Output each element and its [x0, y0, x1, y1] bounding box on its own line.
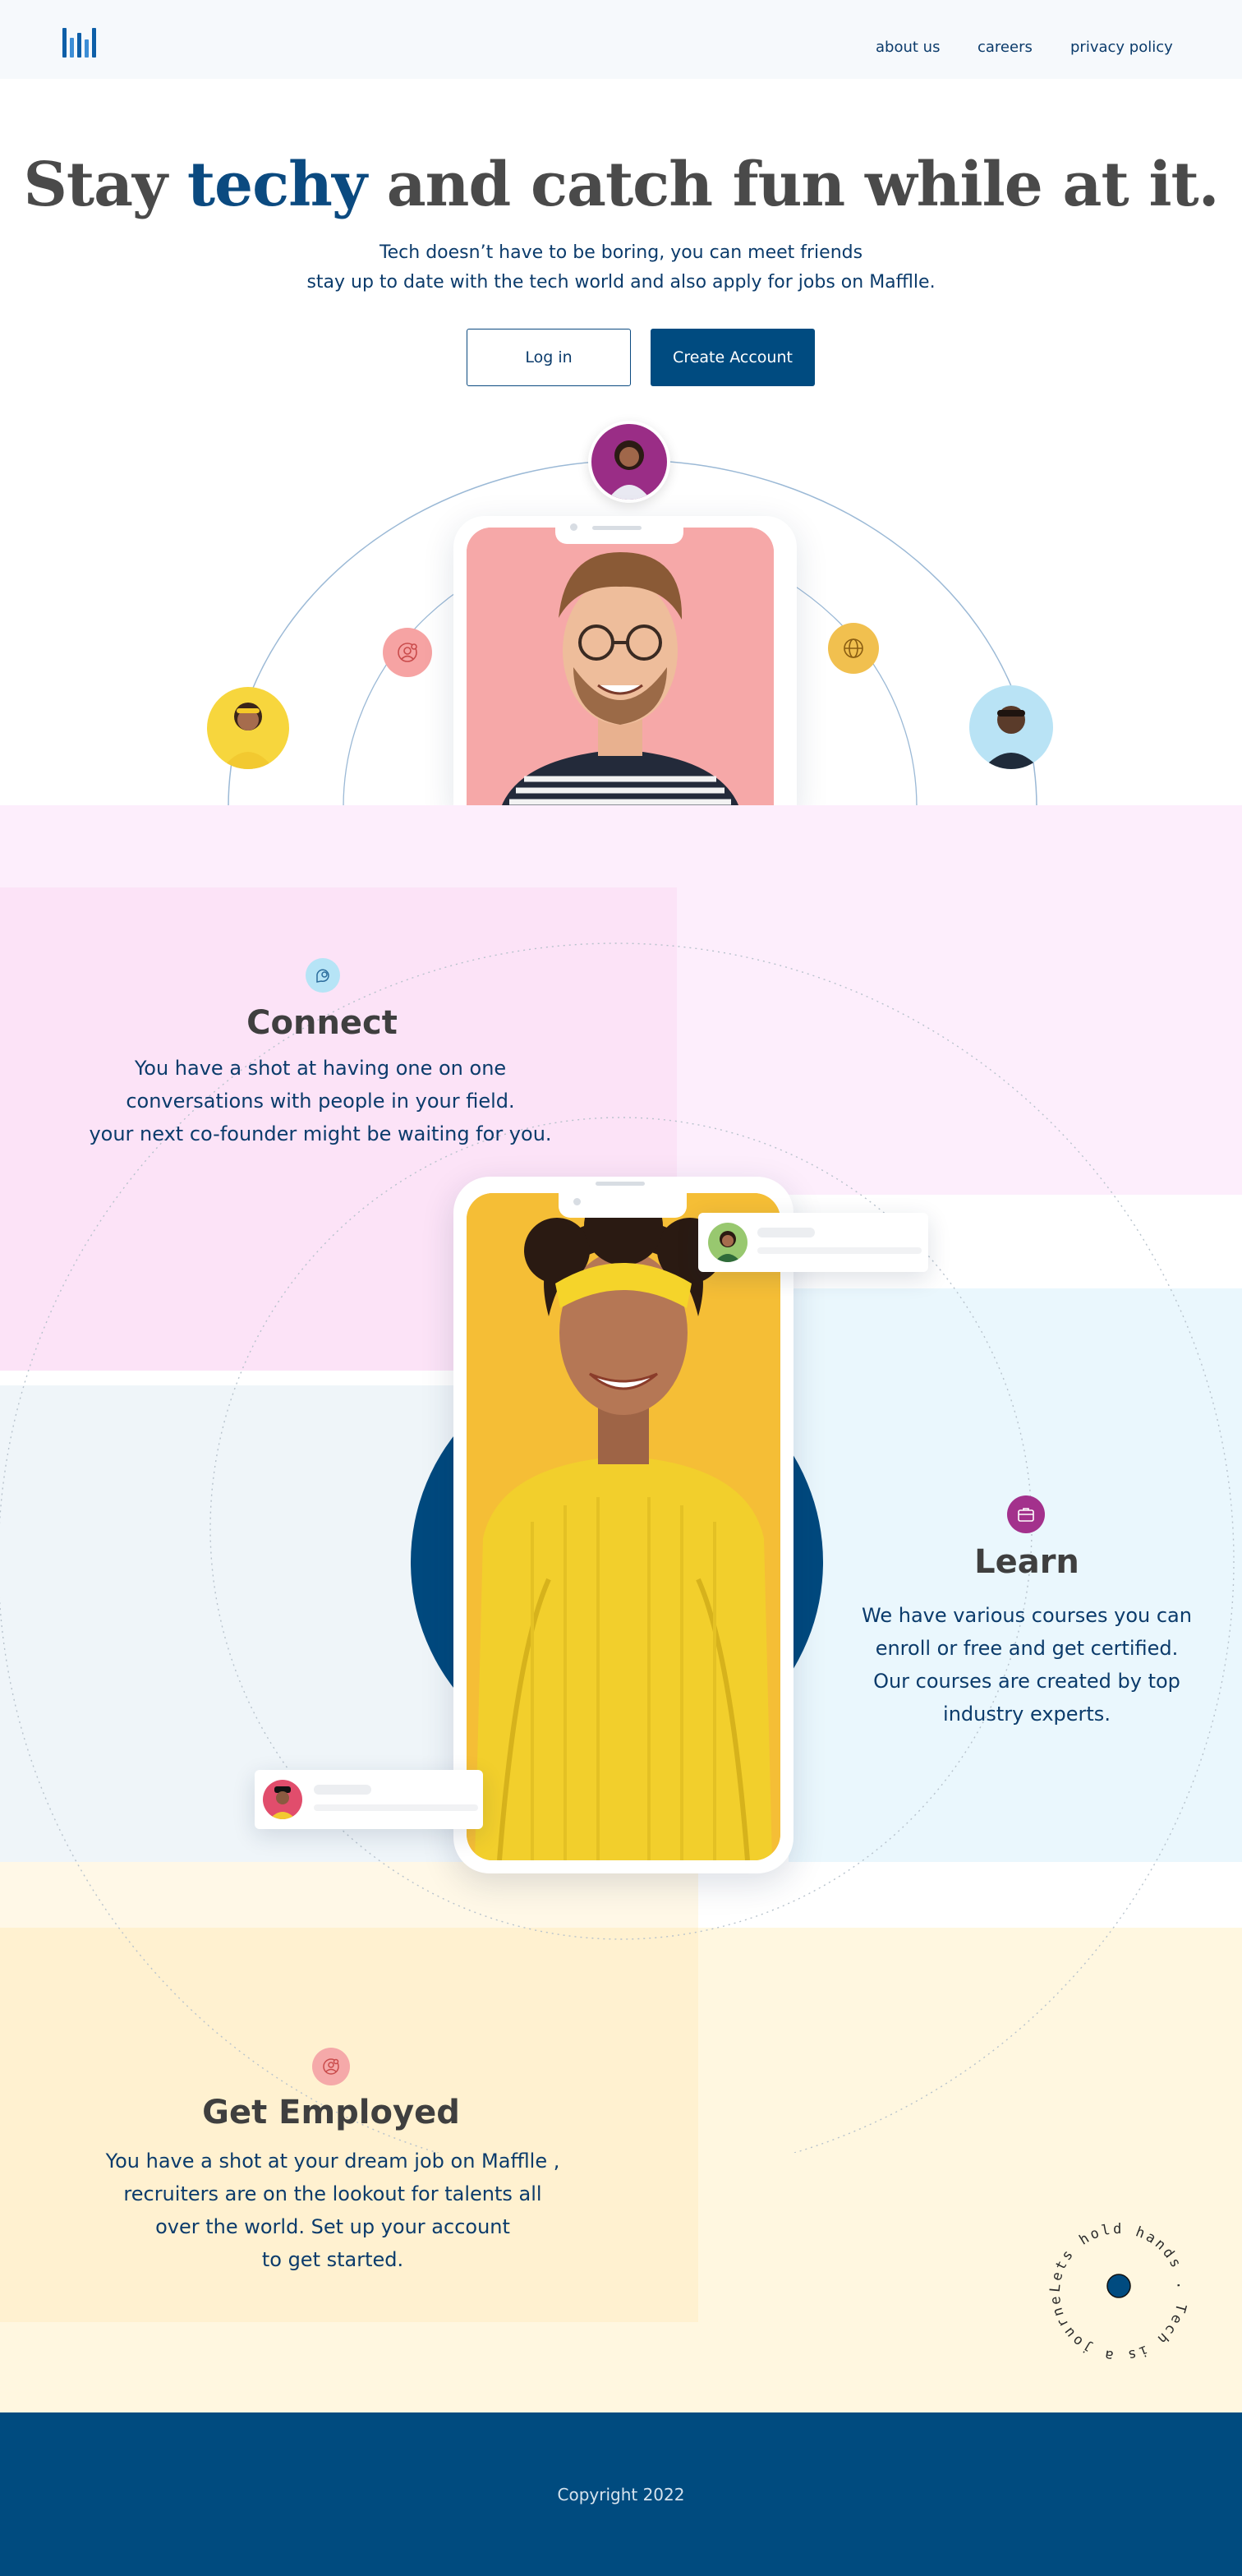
- connect-title: Connect: [246, 1004, 398, 1042]
- connect-line-3: your next co-founder might be waiting fo…: [89, 1122, 552, 1145]
- phone-notch: [559, 1177, 687, 1218]
- hero-phone: [453, 516, 797, 812]
- avatar-right[interactable]: [969, 685, 1053, 769]
- hero-subtitle: Tech doesn’t have to be boring, you can …: [0, 238, 1242, 297]
- learn-description: We have various courses you can enroll o…: [830, 1599, 1224, 1730]
- hero-title-accent: techy: [186, 150, 367, 220]
- chat-card-bottom[interactable]: [255, 1770, 483, 1829]
- chat-icon: [306, 958, 340, 993]
- logo-icon[interactable]: [62, 28, 97, 58]
- nav-link-careers[interactable]: careers: [978, 39, 1033, 56]
- feature-phone: [453, 1177, 794, 1873]
- phone-notch: [555, 516, 683, 544]
- learn-line-3: Our courses are created by top: [873, 1670, 1180, 1693]
- employed-line-4: to get started.: [261, 2248, 404, 2271]
- hero-title: Stay techy and catch fun while at it.: [0, 150, 1242, 220]
- employed-title: Get Employed: [202, 2094, 460, 2131]
- briefcase-icon: [1007, 1495, 1045, 1533]
- top-nav: about us careers privacy policy: [0, 0, 1242, 79]
- feature-phone-photo: [467, 1193, 780, 1860]
- chat-avatar-top: [708, 1223, 748, 1262]
- connect-line-1: You have a shot at having one on one: [134, 1057, 507, 1080]
- connect-description: You have a shot at having one on one con…: [66, 1052, 575, 1150]
- hero-title-post: and catch fun while at it.: [366, 150, 1220, 220]
- login-button[interactable]: Log in: [467, 329, 631, 386]
- nav-link-about-us[interactable]: about us: [876, 39, 940, 56]
- user-badge-icon: [383, 628, 432, 677]
- employed-line-3: over the world. Set up your account: [155, 2215, 510, 2238]
- footer: Copyright 2022: [0, 2412, 1242, 2576]
- nav-link-privacy-policy[interactable]: privacy policy: [1070, 39, 1173, 56]
- learn-line-1: We have various courses you can: [862, 1604, 1192, 1627]
- user-badge-icon: [312, 2048, 350, 2085]
- globe-icon: [828, 623, 879, 674]
- journey-stamp: Lets hold hands . Tech is a journey .: [1045, 2219, 1188, 2364]
- employed-bottom-panel: [0, 2322, 698, 2412]
- hero-subtitle-line-2: stay up to date with the tech world and …: [306, 272, 936, 293]
- learn-line-4: industry experts.: [943, 1703, 1111, 1726]
- employed-description: You have a shot at your dream job on Maf…: [82, 2145, 583, 2276]
- connect-line-2: conversations with people in your field.: [126, 1090, 515, 1113]
- avatar-top[interactable]: [588, 421, 670, 503]
- chat-card-top[interactable]: [698, 1213, 928, 1272]
- avatar-left[interactable]: [207, 687, 289, 769]
- learn-line-2: enroll or free and get certified.: [875, 1637, 1179, 1660]
- employed-line-2: recruiters are on the lookout for talent…: [123, 2182, 542, 2205]
- chat-avatar-bottom: [263, 1780, 302, 1819]
- hero-subtitle-line-1: Tech doesn’t have to be boring, you can …: [379, 242, 863, 263]
- learn-title: Learn: [974, 1543, 1079, 1581]
- create-account-button[interactable]: Create Account: [651, 329, 815, 386]
- hero-phone-photo: [467, 528, 774, 812]
- hero-title-pre: Stay: [23, 150, 187, 220]
- employed-line-1: You have a shot at your dream job on Maf…: [105, 2150, 560, 2173]
- copyright-text: Copyright 2022: [557, 2485, 685, 2505]
